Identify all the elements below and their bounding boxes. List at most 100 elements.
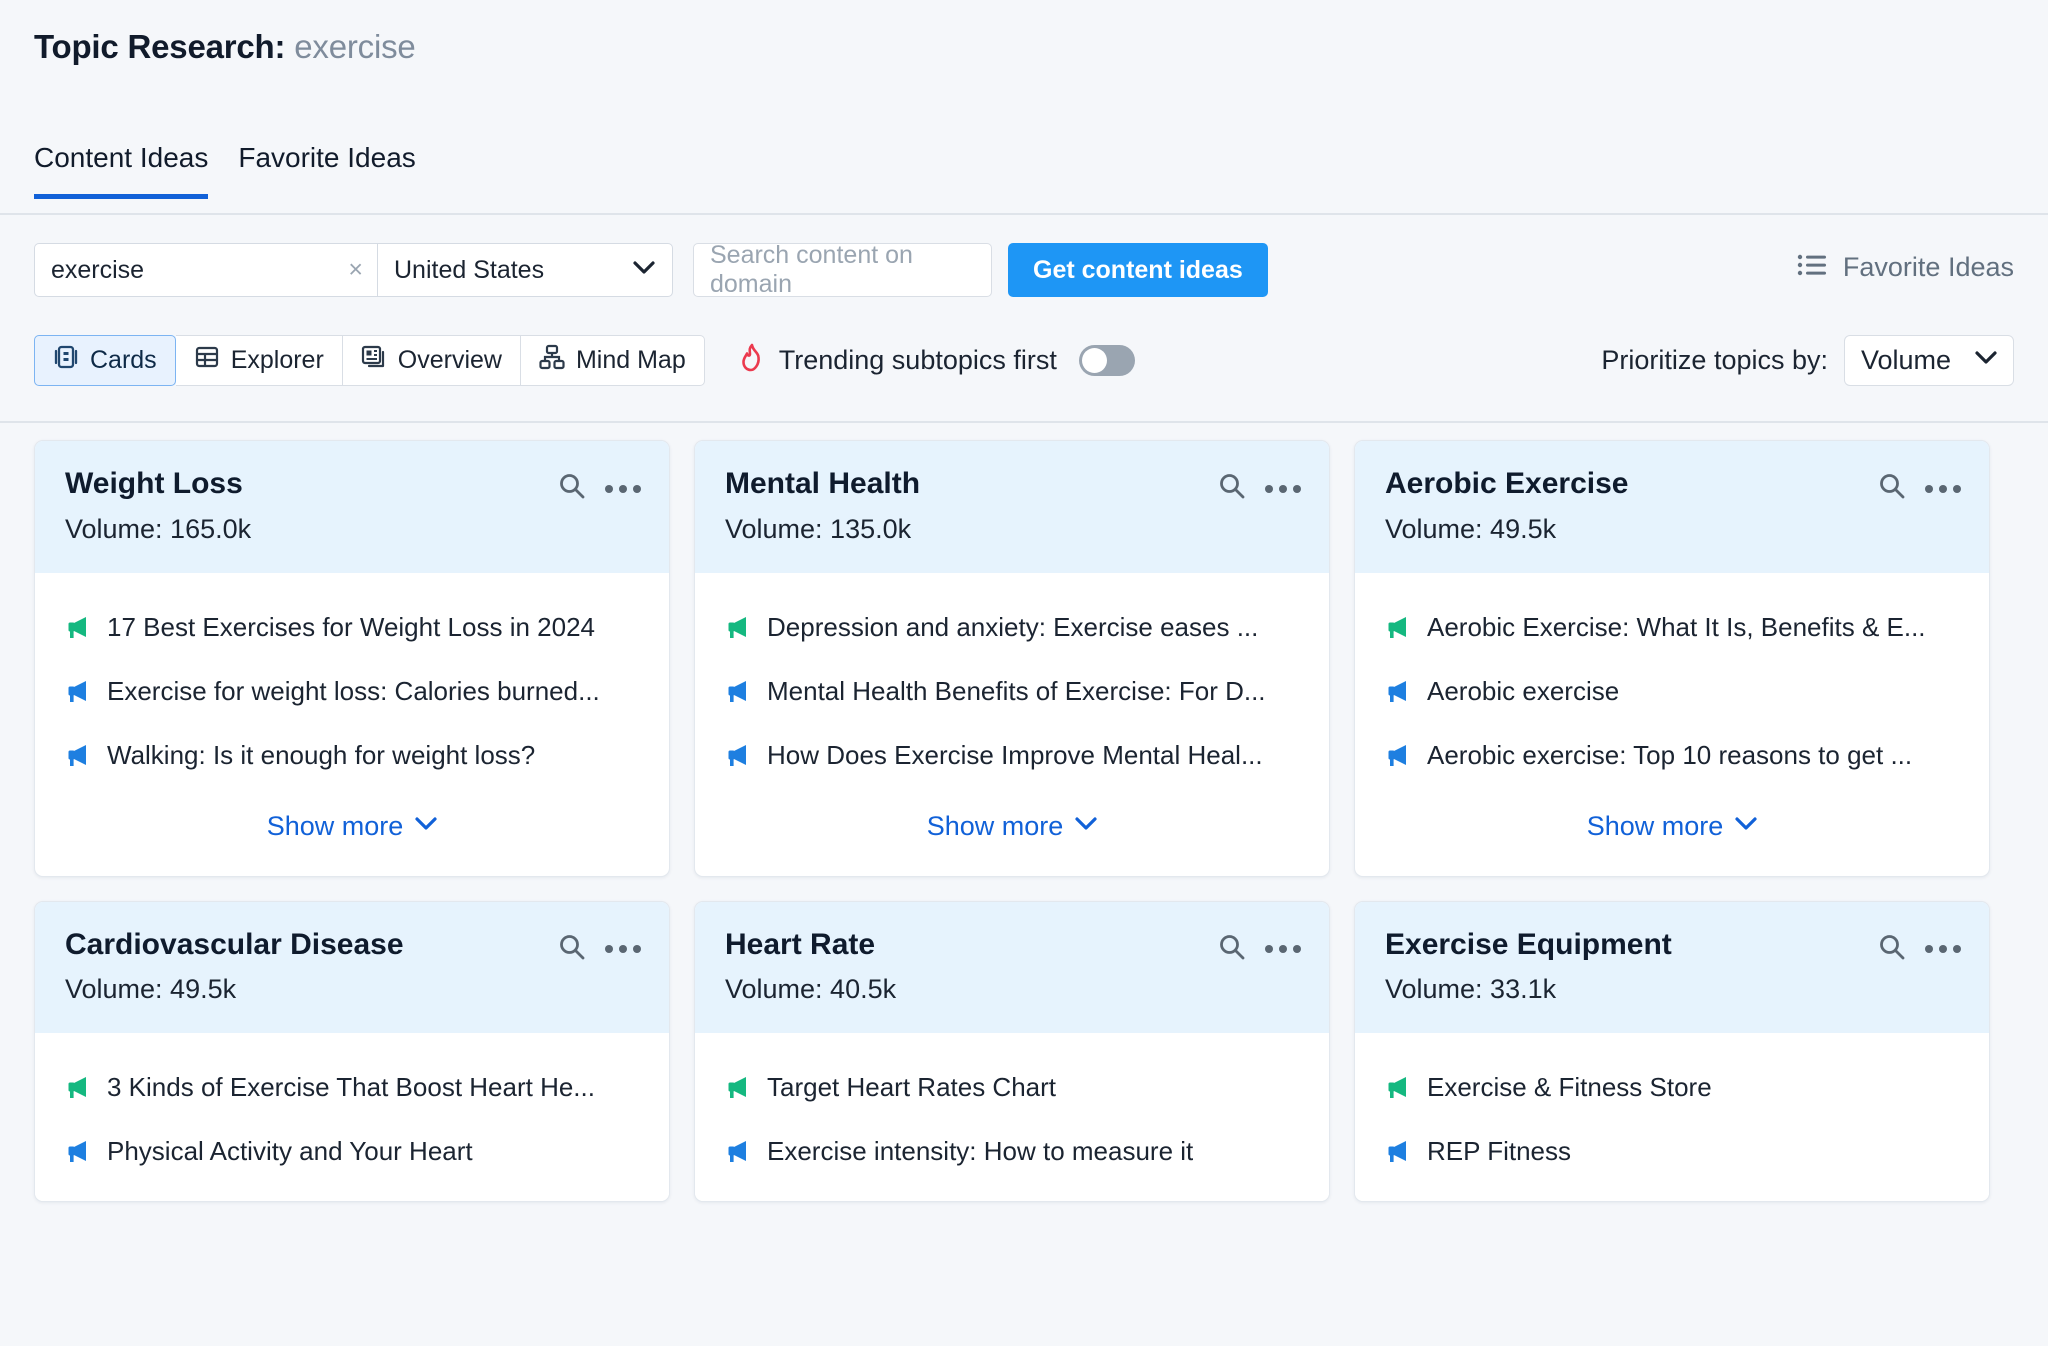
idea-item[interactable]: Physical Activity and Your Heart <box>65 1137 639 1169</box>
country-value: United States <box>394 255 545 284</box>
idea-item[interactable]: Exercise intensity: How to measure it <box>725 1137 1299 1169</box>
megaphone-icon <box>1385 614 1411 645</box>
tab-favorite-ideas[interactable]: Favorite Ideas <box>238 142 415 199</box>
page-title-query: exercise <box>294 28 416 65</box>
search-icon[interactable] <box>557 932 587 967</box>
view-mode-overview[interactable]: Overview <box>342 335 521 386</box>
megaphone-icon <box>1385 1138 1411 1169</box>
idea-item[interactable]: Depression and anxiety: Exercise eases .… <box>725 613 1299 645</box>
page-title-prefix: Topic Research: <box>34 28 286 65</box>
idea-title: REP Fitness <box>1427 1137 1572 1166</box>
more-options-icon[interactable] <box>1925 479 1961 499</box>
show-more-button[interactable]: Show more <box>1355 805 1989 876</box>
topic-card[interactable]: Mental Health Volume: 135.0k Depression an… <box>694 440 1330 877</box>
megaphone-icon <box>1385 1074 1411 1105</box>
search-icon[interactable] <box>557 471 587 506</box>
idea-title: Physical Activity and Your Heart <box>107 1137 473 1166</box>
idea-item[interactable]: Mental Health Benefits of Exercise: For … <box>725 677 1299 709</box>
topic-card[interactable]: Cardiovascular Disease Volume: 49.5k 3 Kin… <box>34 900 670 1202</box>
show-more-label: Show more <box>266 810 404 841</box>
page-title: Topic Research: exercise <box>34 28 416 66</box>
show-more-button[interactable]: Show more <box>695 805 1329 876</box>
favorite-ideas-label: Favorite Ideas <box>1842 252 2014 282</box>
idea-title: Exercise for weight loss: Calories burne… <box>107 676 600 706</box>
toolbar-divider <box>0 421 2048 423</box>
view-mode-explorer-label: Explorer <box>230 346 324 374</box>
topic-card[interactable]: Heart Rate Volume: 40.5k Target Heart Rate… <box>694 900 1330 1202</box>
view-mode-mind-map-label: Mind Map <box>575 346 686 374</box>
search-icon[interactable] <box>1217 471 1247 506</box>
domain-search-placeholder: Search content on domain <box>710 241 913 298</box>
trending-subtopics-label: Trending subtopics first <box>778 345 1057 375</box>
tab-divider <box>0 213 2048 215</box>
topic-card[interactable]: Aerobic Exercise Volume: 49.5k Aerobic Exe… <box>1354 440 1990 877</box>
trending-subtopics-switch[interactable] <box>1078 345 1135 376</box>
megaphone-icon <box>1385 742 1411 773</box>
idea-item[interactable]: Walking: Is it enough for weight loss? <box>65 741 639 773</box>
idea-title: Walking: Is it enough for weight loss? <box>107 740 536 770</box>
domain-search-input[interactable]: Search content on domain <box>693 241 992 298</box>
card-actions <box>1217 471 1301 506</box>
view-mode-explorer[interactable]: Explorer <box>175 335 343 386</box>
card-volume: Volume: 40.5k <box>725 974 897 1004</box>
card-body: Aerobic Exercise: What It Is, Benefits &… <box>1355 572 1989 805</box>
favorite-ideas-button[interactable]: Favorite Ideas <box>1797 252 2014 283</box>
view-mode-cards[interactable]: Cards <box>34 335 176 386</box>
megaphone-icon <box>65 1138 91 1169</box>
view-mode-overview-label: Overview <box>397 346 502 374</box>
more-options-icon[interactable] <box>605 939 641 959</box>
more-options-icon[interactable] <box>1925 939 1961 959</box>
more-options-icon[interactable] <box>605 479 641 499</box>
country-select[interactable]: United States <box>377 243 673 297</box>
chevron-down-icon <box>1075 816 1097 836</box>
card-body: 3 Kinds of Exercise That Boost Heart He.… <box>35 1033 669 1201</box>
megaphone-icon <box>725 678 751 709</box>
idea-item[interactable]: REP Fitness <box>1385 1137 1959 1169</box>
tab-bar: Content Ideas Favorite Ideas <box>34 142 416 199</box>
card-volume: Volume: 49.5k <box>65 974 237 1004</box>
clear-icon[interactable]: × <box>348 257 363 283</box>
search-icon[interactable] <box>1877 932 1907 967</box>
prioritize-value: Volume <box>1861 345 1952 375</box>
card-actions <box>557 932 641 967</box>
card-header: Heart Rate Volume: 40.5k <box>695 901 1329 1033</box>
show-more-button[interactable]: Show more <box>35 805 669 876</box>
search-icon[interactable] <box>1877 471 1907 506</box>
idea-item[interactable]: Aerobic exercise <box>1385 677 1959 709</box>
view-mode-group: Cards Explorer Overview Mind Map <box>34 335 705 386</box>
card-volume: Volume: 135.0k <box>725 513 912 544</box>
idea-item[interactable]: 17 Best Exercises for Weight Loss in 202… <box>65 613 639 645</box>
idea-title: Target Heart Rates Chart <box>767 1073 1057 1102</box>
idea-item[interactable]: Target Heart Rates Chart <box>725 1073 1299 1105</box>
idea-item[interactable]: How Does Exercise Improve Mental Heal... <box>725 741 1299 773</box>
idea-item[interactable]: Aerobic exercise: Top 10 reasons to get … <box>1385 741 1959 773</box>
idea-item[interactable]: Aerobic Exercise: What It Is, Benefits &… <box>1385 613 1959 645</box>
keyword-input[interactable]: exercise × <box>34 243 377 297</box>
megaphone-icon <box>725 742 751 773</box>
search-icon[interactable] <box>1217 932 1247 967</box>
topic-cards-grid: Weight Loss Volume: 165.0k 17 Best Exercis… <box>34 440 2014 1202</box>
megaphone-icon <box>725 614 751 645</box>
get-content-ideas-button[interactable]: Get content ideas <box>1008 243 1268 297</box>
topic-card[interactable]: Weight Loss Volume: 165.0k 17 Best Exercis… <box>34 440 670 877</box>
trending-subtopics-toggle-group[interactable]: Trending subtopics first <box>738 343 1135 378</box>
card-header: Cardiovascular Disease Volume: 49.5k <box>35 901 669 1033</box>
bottom-fade <box>0 1282 2048 1346</box>
megaphone-icon <box>65 1074 91 1105</box>
more-options-icon[interactable] <box>1265 479 1301 499</box>
megaphone-icon <box>65 742 91 773</box>
card-title: Heart Rate <box>725 927 876 961</box>
prioritize-select[interactable]: Volume <box>1844 335 2014 386</box>
prioritize-group: Prioritize topics by: Volume <box>1601 335 2014 386</box>
idea-item[interactable]: 3 Kinds of Exercise That Boost Heart He.… <box>65 1073 639 1105</box>
megaphone-icon <box>725 1138 751 1169</box>
flame-icon <box>738 343 766 378</box>
more-options-icon[interactable] <box>1265 939 1301 959</box>
topic-card[interactable]: Exercise Equipment Volume: 33.1k Exercise … <box>1354 900 1990 1202</box>
idea-item[interactable]: Exercise for weight loss: Calories burne… <box>65 677 639 709</box>
view-controls: Cards Explorer Overview Mind Map Trendin… <box>34 335 1135 386</box>
tab-content-ideas[interactable]: Content Ideas <box>34 142 209 199</box>
view-mode-mind-map[interactable]: Mind Map <box>520 335 705 386</box>
idea-item[interactable]: Exercise & Fitness Store <box>1385 1073 1959 1105</box>
card-actions <box>1877 932 1961 967</box>
